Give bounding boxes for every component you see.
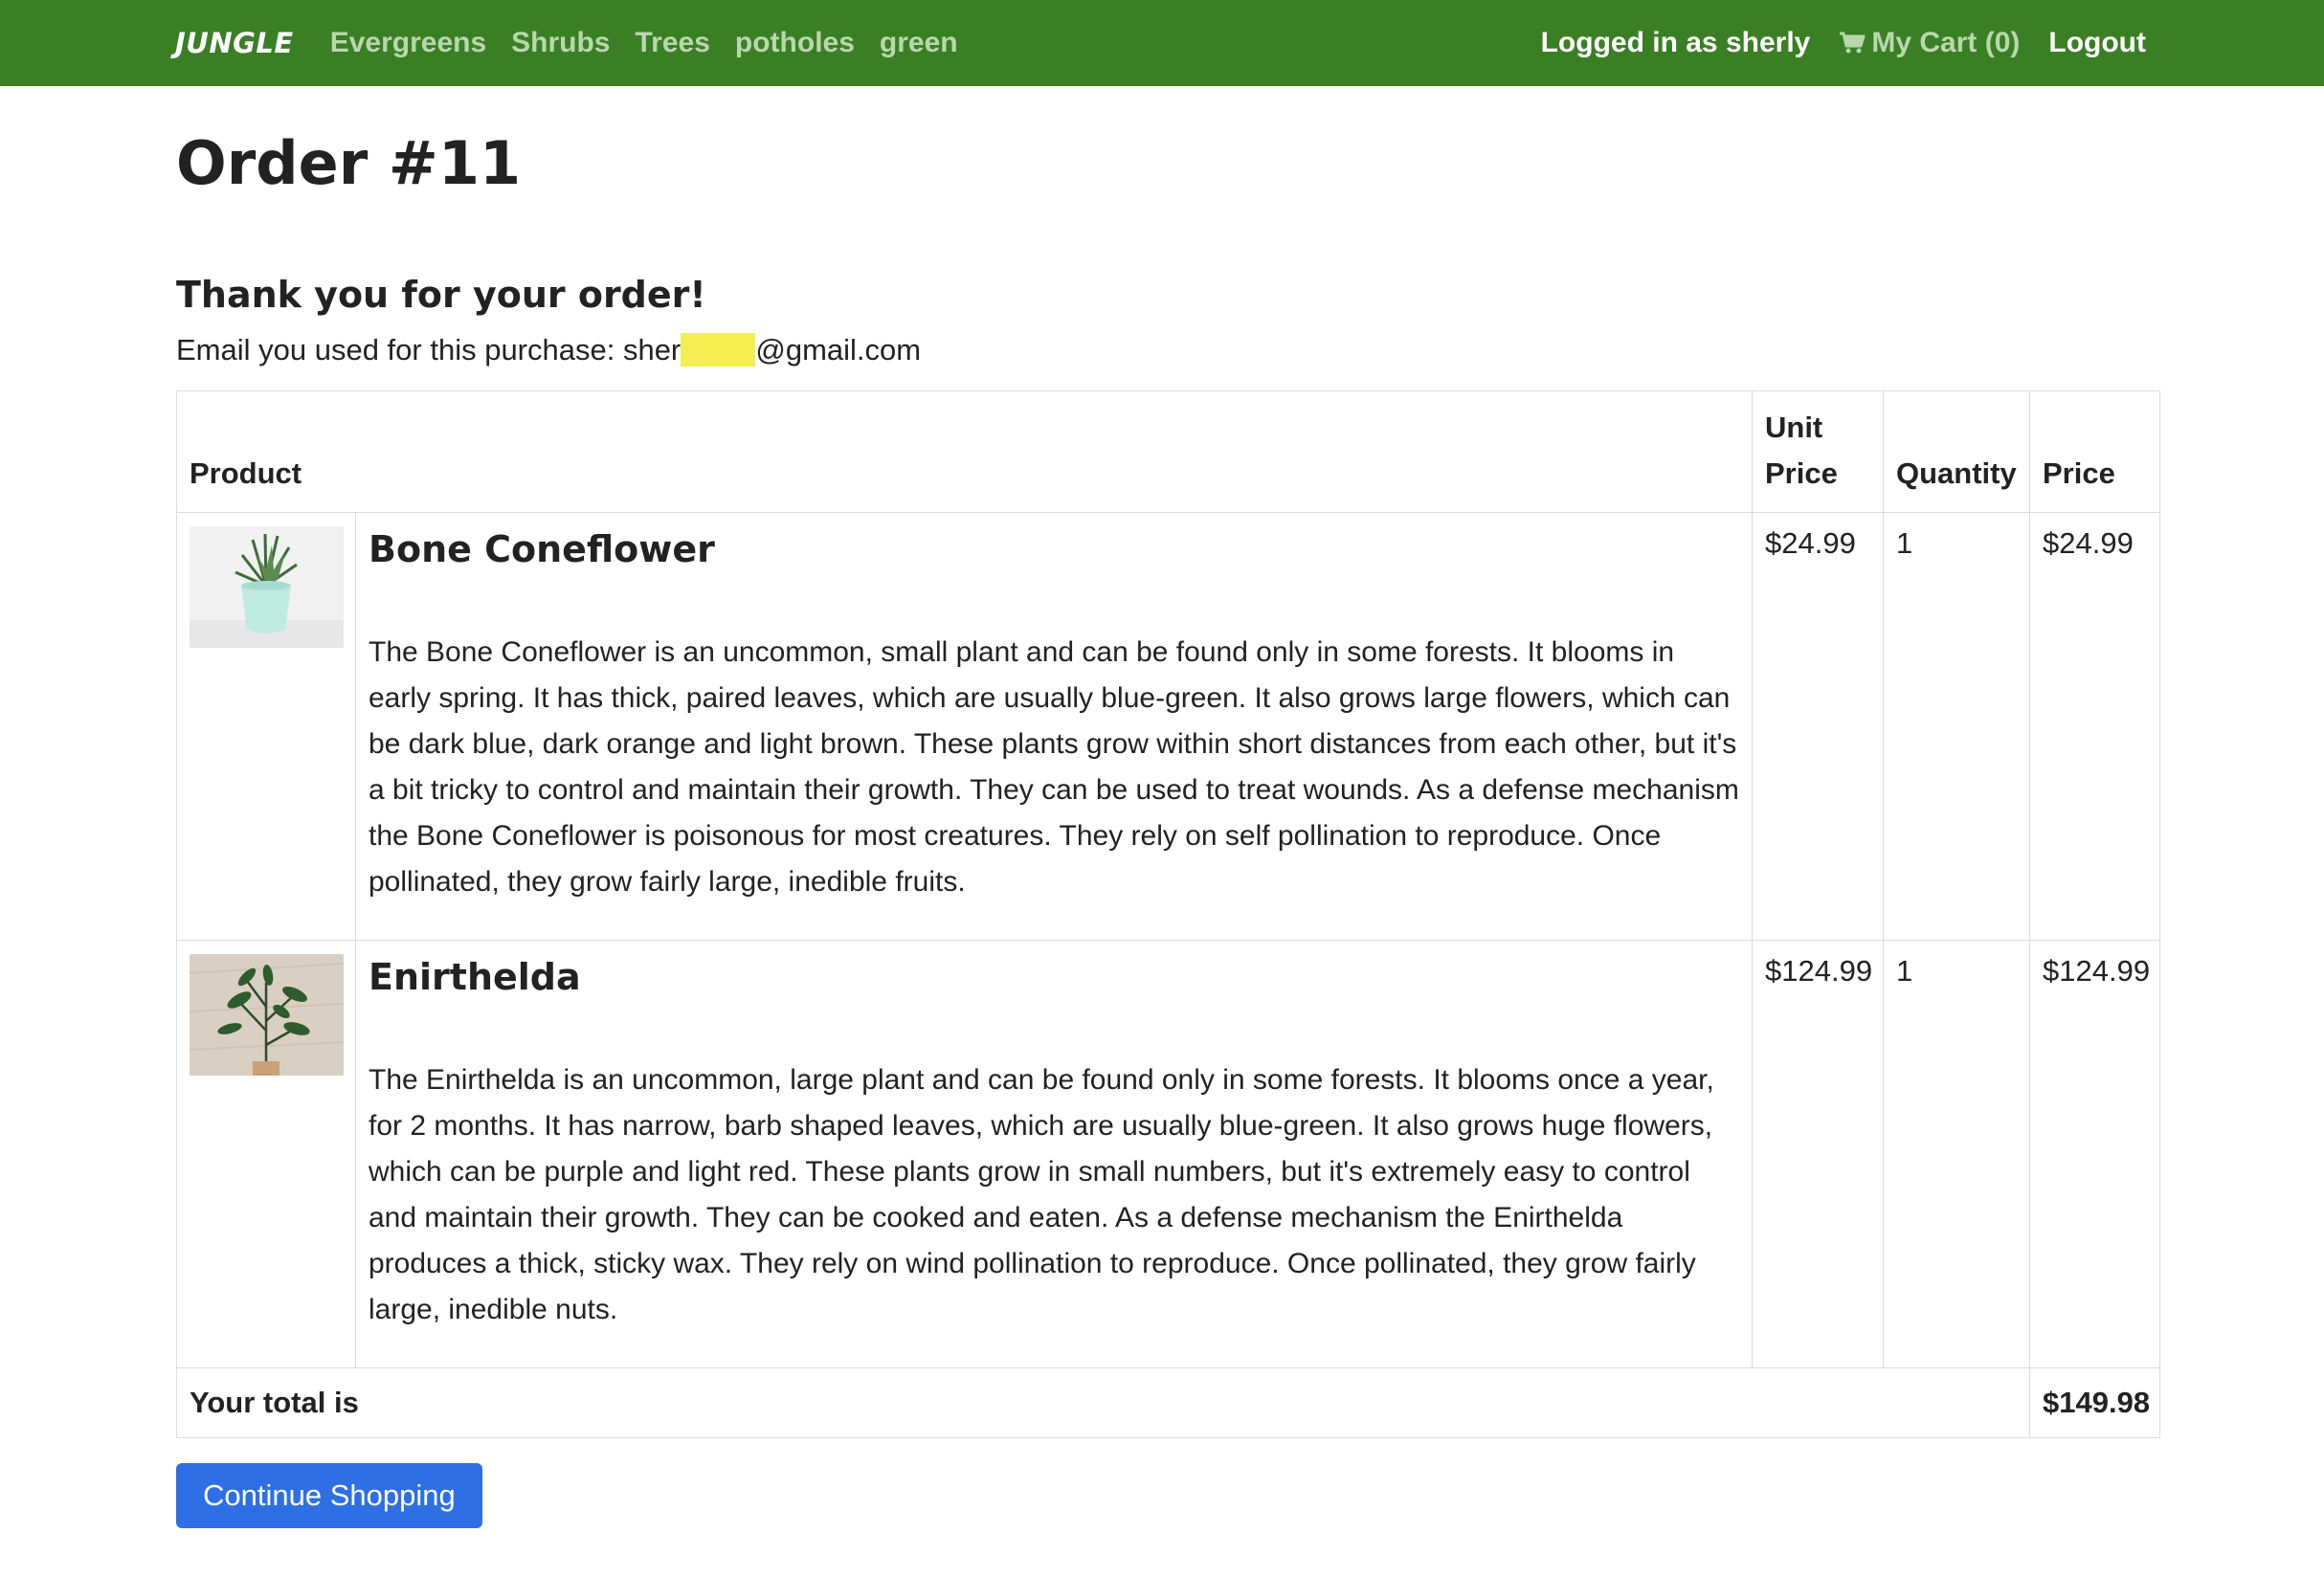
my-cart-link[interactable]: My Cart (0) [1839,27,2020,59]
quantity-cell: 1 [1883,512,2030,942]
nav-link-potholes[interactable]: potholes [735,27,855,59]
unit-price-cell: $124.99 [1752,940,1884,1369]
header-quantity: Quantity [1883,390,2030,514]
email-prefix: Email you used for this purchase: sher [176,333,682,367]
email-suffix: @gmail.com [755,333,922,367]
header-unit-price: Unit Price [1752,390,1884,514]
table-row: Enirthelda The Enirthelda is an uncommon… [176,940,2160,1369]
top-navbar: JUNGLE Evergreens Shrubs Trees potholes … [0,0,2324,86]
product-image-cell [176,940,356,1369]
price-cell: $24.99 [2029,512,2160,942]
category-nav: Evergreens Shrubs Trees potholes green [330,27,958,59]
quantity-cell: 1 [1883,940,2030,1369]
header-unit-price-line2: Price [1765,456,1838,491]
thank-you-heading: Thank you for your order! [176,274,706,317]
product-description: The Bone Coneflower is an uncommon, smal… [369,636,1739,899]
product-details-cell: Bone Coneflower The Bone Coneflower is a… [355,512,1753,942]
product-details-cell: Enirthelda The Enirthelda is an uncommon… [355,940,1753,1369]
nav-link-evergreens[interactable]: Evergreens [330,27,486,59]
header-product: Product [176,390,1753,514]
email-redaction-highlight: lyraju [681,333,756,367]
brand-logo[interactable]: JUNGLE [175,27,294,59]
product-image-cell [176,512,356,942]
table-header-row: Product Unit Price Quantity Price [176,390,2160,514]
page-title: Order #11 [176,128,522,198]
header-unit-price-line1: Unit [1765,411,1823,445]
nav-link-green[interactable]: green [880,27,958,59]
shopping-cart-icon [1839,32,1866,55]
unit-price-cell: $24.99 [1752,512,1884,942]
price-cell: $124.99 [2029,940,2160,1369]
logged-in-user: Logged in as sherly [1540,27,1811,58]
total-label: Your total is [176,1367,2030,1439]
logout-link[interactable]: Logout [2048,27,2146,59]
product-name[interactable]: Enirthelda [369,956,1739,998]
product-description: The Enirthelda is an uncommon, large pla… [369,1064,1714,1326]
table-row: Bone Coneflower The Bone Coneflower is a… [176,512,2160,942]
total-value: $149.98 [2029,1367,2160,1439]
order-items-table: Product Unit Price Quantity Price Bone C… [176,390,2160,1439]
total-row: Your total is $149.98 [176,1367,2160,1439]
product-image-enirthelda[interactable] [190,954,344,1077]
my-cart-label: My Cart (0) [1871,27,2021,58]
purchase-email: Email you used for this purchase: sherly… [176,333,2159,367]
order-page: Order #11 Thank you for your order! Emai… [0,128,2160,1529]
product-image-bone-coneflower[interactable] [190,526,344,649]
continue-shopping-button[interactable]: Continue Shopping [176,1463,482,1529]
product-name[interactable]: Bone Coneflower [369,528,1739,570]
user-nav: Logged in as sherly My Cart (0) Logout [1541,27,2146,59]
nav-link-shrubs[interactable]: Shrubs [511,27,610,59]
header-price: Price [2029,390,2160,514]
nav-link-trees[interactable]: Trees [636,27,710,59]
